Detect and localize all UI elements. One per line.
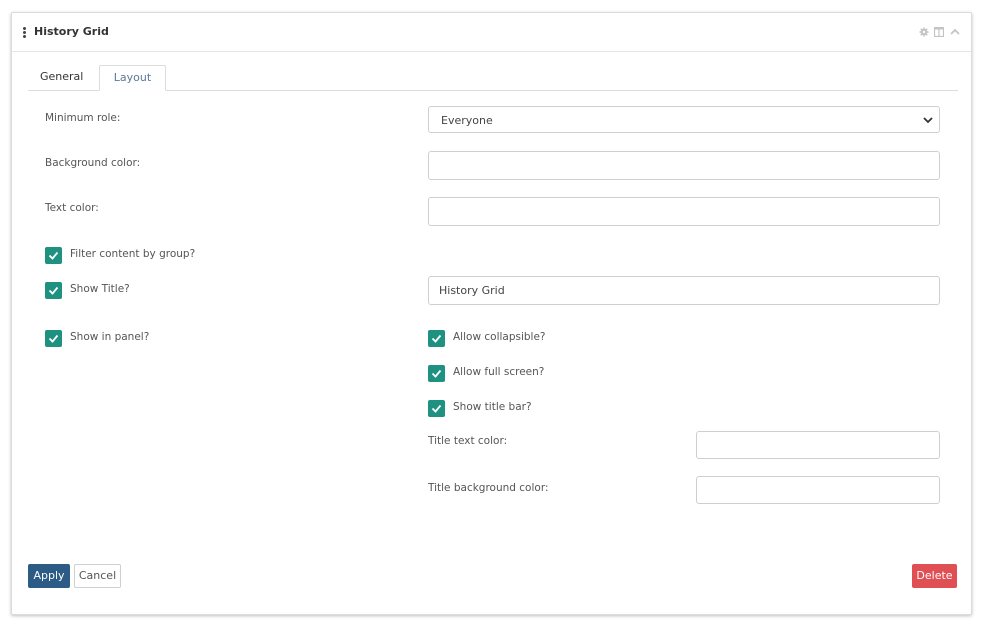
minimum-role-value: Everyone [441,114,493,127]
delete-button[interactable]: Delete [912,564,957,588]
show-title-bar-checkbox[interactable] [428,400,445,417]
check-icon [431,369,442,378]
show-title-bar-label: Show title bar? [453,401,532,413]
check-icon [431,404,442,413]
background-color-input[interactable] [428,151,940,180]
allow-full-screen-label: Allow full screen? [453,366,545,378]
title-text-color-label: Title text color: [428,435,508,447]
minimum-role-select[interactable]: Everyone [428,106,940,133]
minimum-role-label: Minimum role: [45,112,121,124]
tab-layout[interactable]: Layout [99,65,166,91]
check-icon [48,286,59,295]
widget-settings-panel: History Grid General Layout Minimum role… [11,12,972,615]
drag-handle-icon[interactable] [23,27,27,38]
apply-button[interactable]: Apply [28,564,70,588]
panel-title: History Grid [34,25,109,38]
title-background-color-label: Title background color: [428,482,549,494]
chevron-down-icon [923,117,933,124]
check-icon [431,334,442,343]
text-color-input[interactable] [428,197,940,226]
gear-icon[interactable] [919,27,929,37]
title-text-color-input[interactable] [696,431,940,459]
background-color-label: Background color: [45,157,141,169]
filter-by-group-checkbox[interactable] [45,247,62,264]
title-input[interactable] [428,276,940,305]
cancel-button[interactable]: Cancel [74,564,121,588]
title-background-color-input[interactable] [696,476,940,504]
allow-collapsible-label: Allow collapsible? [453,331,546,343]
show-in-panel-label: Show in panel? [70,331,150,343]
text-color-label: Text color: [45,202,99,214]
window-icon[interactable] [934,27,944,37]
tab-general[interactable]: General [40,65,92,90]
filter-by-group-label: Filter content by group? [70,248,196,260]
tab-bar: General Layout [28,65,958,91]
allow-full-screen-checkbox[interactable] [428,365,445,382]
check-icon [48,334,59,343]
show-title-label: Show Title? [70,283,130,295]
check-icon [48,251,59,260]
allow-collapsible-checkbox[interactable] [428,330,445,347]
show-title-checkbox[interactable] [45,282,62,299]
chevron-up-icon[interactable] [950,27,960,37]
panel-header: History Grid [12,13,971,52]
show-in-panel-checkbox[interactable] [45,330,62,347]
